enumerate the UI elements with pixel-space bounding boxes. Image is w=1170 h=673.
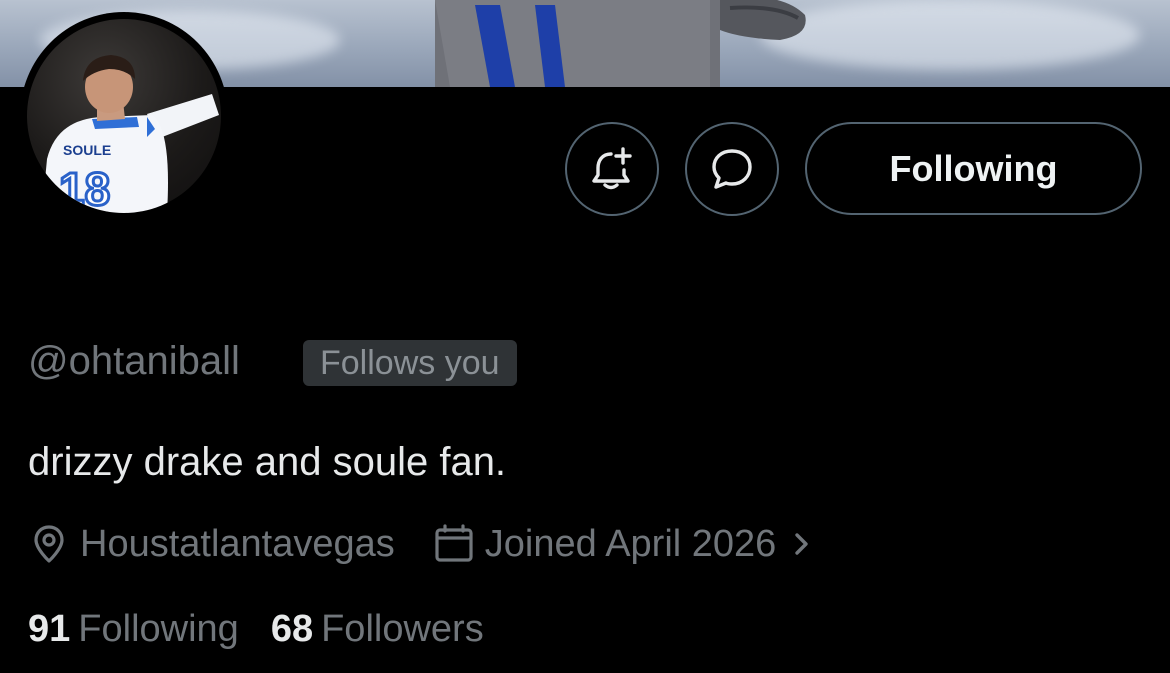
profile-handle: @ohtaniball [28,339,240,383]
calendar-icon [433,523,475,565]
profile-avatar[interactable]: SOULE 18 [20,12,228,220]
bell-plus-icon [592,147,632,190]
notifications-button[interactable] [565,122,659,216]
message-button[interactable] [685,122,779,216]
joined-text: Joined April 2026 [484,522,777,565]
follows-you-badge: Follows you [303,340,517,386]
chat-bubble-icon [712,149,752,189]
following-count: 91 [28,607,71,650]
followers-count: 68 [270,607,314,650]
avatar-jersey-number: 18 [59,163,110,213]
banner-player-image [435,0,806,87]
profile-meta: Houstatlantavegas Joined April 2026 [28,520,814,568]
followers-stat-link[interactable]: 68 Followers [271,608,484,651]
avatar-player-image: SOULE 18 [42,55,219,213]
following-button[interactable]: Following [805,122,1142,215]
chevron-right-icon [790,529,814,559]
location-pin-icon [28,523,70,565]
followers-label: Followers [321,607,484,650]
following-stat-link[interactable]: 91 Following [28,608,239,651]
profile-page: SOULE 18 Following @ohtaniball Follows y… [0,0,1170,673]
avatar-jersey-name: SOULE [63,142,111,158]
profile-stats: 91 Following 68 Followers [28,606,484,652]
profile-location: Houstatlantavegas [28,523,395,566]
profile-joined-date[interactable]: Joined April 2026 [433,523,815,566]
avatar-image: SOULE 18 [27,19,221,213]
profile-bio: drizzy drake and soule fan. [28,440,507,484]
location-text: Houstatlantavegas [80,522,395,565]
following-label: Following [78,607,239,650]
